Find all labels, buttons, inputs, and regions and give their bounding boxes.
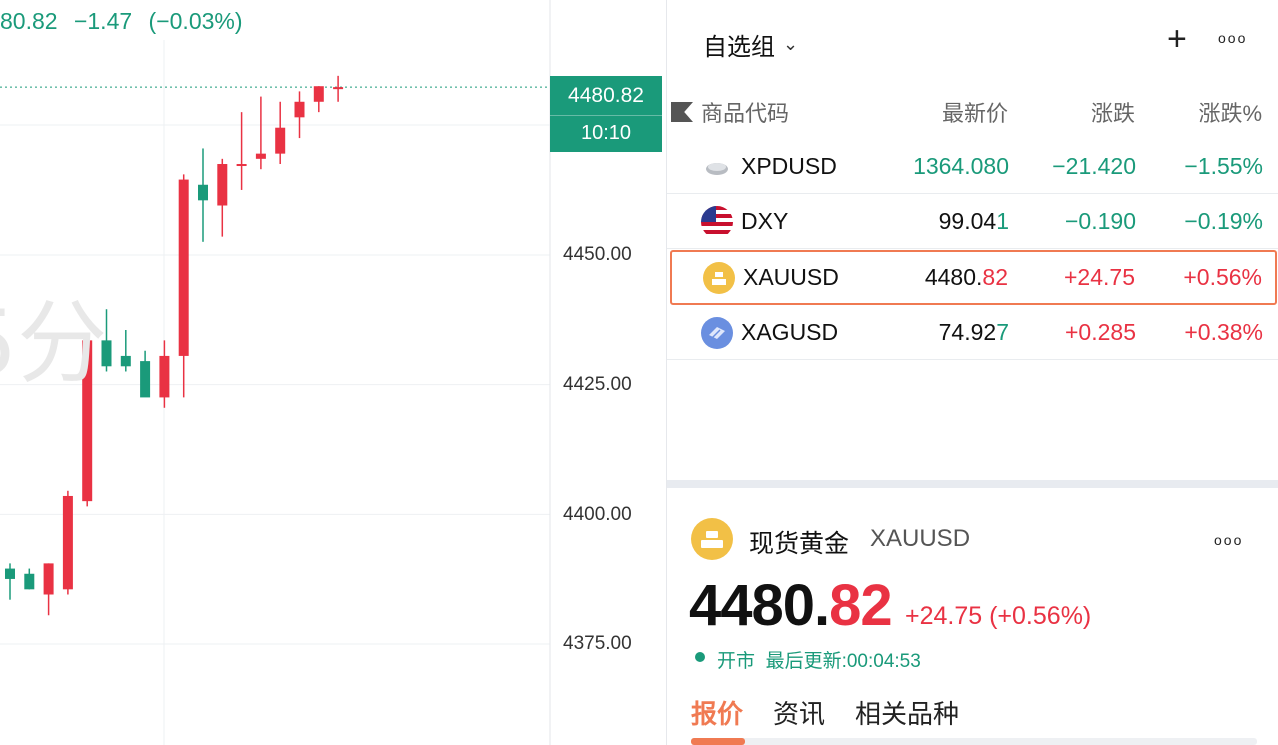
watchlist-group-label: 自选组	[703, 34, 775, 61]
candle-body	[313, 86, 324, 102]
candle-body	[120, 355, 131, 367]
row-symbol: XPDUSD	[741, 153, 837, 179]
chevron-down-icon: ⌄	[783, 34, 799, 54]
us-flag-icon	[701, 206, 733, 238]
row-symbol: XAGUSD	[741, 319, 839, 345]
ohlc-readout: 80.82 −1.47 (−0.03%)	[0, 8, 253, 35]
add-symbol-button[interactable]: +	[1167, 22, 1187, 56]
candle-body	[159, 355, 170, 398]
candle-body	[5, 568, 15, 579]
watchlist-group-selector[interactable]: 自选组 ⌄	[703, 27, 798, 62]
candle-countdown-tag: 10:10	[550, 116, 662, 152]
watchlist-row-dxy[interactable]: DXY 99.041 −0.190 −0.19%	[667, 194, 1278, 249]
detail-price-change: +24.75 (+0.56%)	[905, 602, 1092, 630]
candle-body	[217, 164, 228, 206]
flag-icon[interactable]	[671, 102, 693, 122]
candle-body	[140, 361, 151, 398]
ohlc-value: 80.82	[0, 8, 58, 34]
tab-track	[691, 738, 1257, 745]
symbol-detail-card: 现货黄金 XAUUSD ooo 4480.82 +24.75 (+0.56%) …	[667, 488, 1278, 745]
row-symbol: XAUUSD	[743, 264, 839, 290]
tab-related-symbols[interactable]: 相关品种	[855, 694, 959, 731]
row-last-price: 74.927	[938, 319, 1009, 345]
y-axis-tick: 4450.00	[563, 244, 632, 265]
watchlist-row-xauusd[interactable]: XAUUSD 4480.82 +24.75 +0.56%	[670, 250, 1277, 305]
candlestick-chart-panel[interactable]: 5分 80.82 −1.47 (−0.03%) 4480.82 10:10 44…	[0, 0, 662, 745]
more-options-icon[interactable]: ooo	[1214, 532, 1243, 548]
market-status: 开市 最后更新:00:04:53	[717, 651, 921, 672]
row-change: +0.285	[1065, 319, 1136, 345]
row-change-pct: +0.56%	[1183, 264, 1262, 290]
candle-body	[178, 179, 189, 356]
row-last-price: 1364.080	[913, 153, 1009, 179]
candle-body	[255, 153, 266, 159]
candle-body	[62, 495, 73, 590]
y-axis-tick: 4400.00	[563, 504, 632, 525]
row-symbol: DXY	[741, 208, 789, 234]
gold-icon	[703, 262, 735, 294]
column-header-change-pct[interactable]: 涨跌%	[1198, 96, 1262, 128]
candle-body	[294, 101, 305, 118]
row-change-pct: −0.19%	[1184, 208, 1263, 234]
row-change: −0.190	[1065, 208, 1136, 234]
watchlist-row-xagusd[interactable]: XAGUSD 74.927 +0.285 +0.38%	[667, 305, 1278, 360]
timeframe-watermark: 5分	[0, 291, 108, 396]
watchlist-header: 自选组 ⌄ + ooo	[667, 0, 1278, 82]
candle-body	[24, 573, 35, 590]
detail-symbol-code: XAUUSD	[870, 525, 971, 552]
detail-last-price: 4480.82	[689, 573, 893, 638]
row-last-price: 99.041	[938, 208, 1009, 234]
row-change: −21.420	[1052, 153, 1136, 179]
watchlist-row-xpdusd[interactable]: XPDUSD 1364.080 −21.420 −1.55%	[667, 139, 1278, 194]
candle-body	[333, 87, 344, 90]
gold-icon	[691, 518, 733, 560]
candle-body	[198, 184, 208, 201]
candle-body	[236, 164, 247, 167]
ohlc-change: −1.47	[73, 8, 133, 34]
column-header-last[interactable]: 最新价	[942, 96, 1008, 128]
candle-body	[275, 127, 286, 154]
detail-symbol-name: 现货黄金	[749, 530, 850, 558]
tab-news[interactable]: 资讯	[773, 694, 825, 731]
watchlist-pane: 自选组 ⌄ + ooo 商品代码 最新价 涨跌 涨跌% XPDUSD 1364.…	[666, 0, 1278, 745]
column-header-symbol[interactable]: 商品代码	[701, 96, 789, 128]
row-change-pct: −1.55%	[1184, 153, 1263, 179]
y-axis-tick: 4375.00	[563, 633, 632, 654]
tab-active-indicator	[691, 738, 745, 745]
market-open-dot-icon	[695, 652, 705, 662]
more-options-icon[interactable]: ooo	[1218, 30, 1247, 46]
last-price-tag: 4480.82	[550, 76, 662, 116]
silver-icon	[701, 317, 733, 349]
y-axis-tick: 4425.00	[563, 374, 632, 395]
tab-quote[interactable]: 报价	[691, 694, 743, 731]
panel-divider[interactable]	[667, 480, 1278, 488]
ohlc-change-pct: (−0.03%)	[148, 8, 243, 34]
palladium-icon	[701, 151, 733, 183]
row-last-price: 4480.82	[924, 264, 1008, 290]
row-change: +24.75	[1064, 264, 1135, 290]
column-header-change[interactable]: 涨跌	[1091, 96, 1135, 128]
row-change-pct: +0.38%	[1184, 319, 1263, 345]
candle-body	[43, 563, 54, 595]
